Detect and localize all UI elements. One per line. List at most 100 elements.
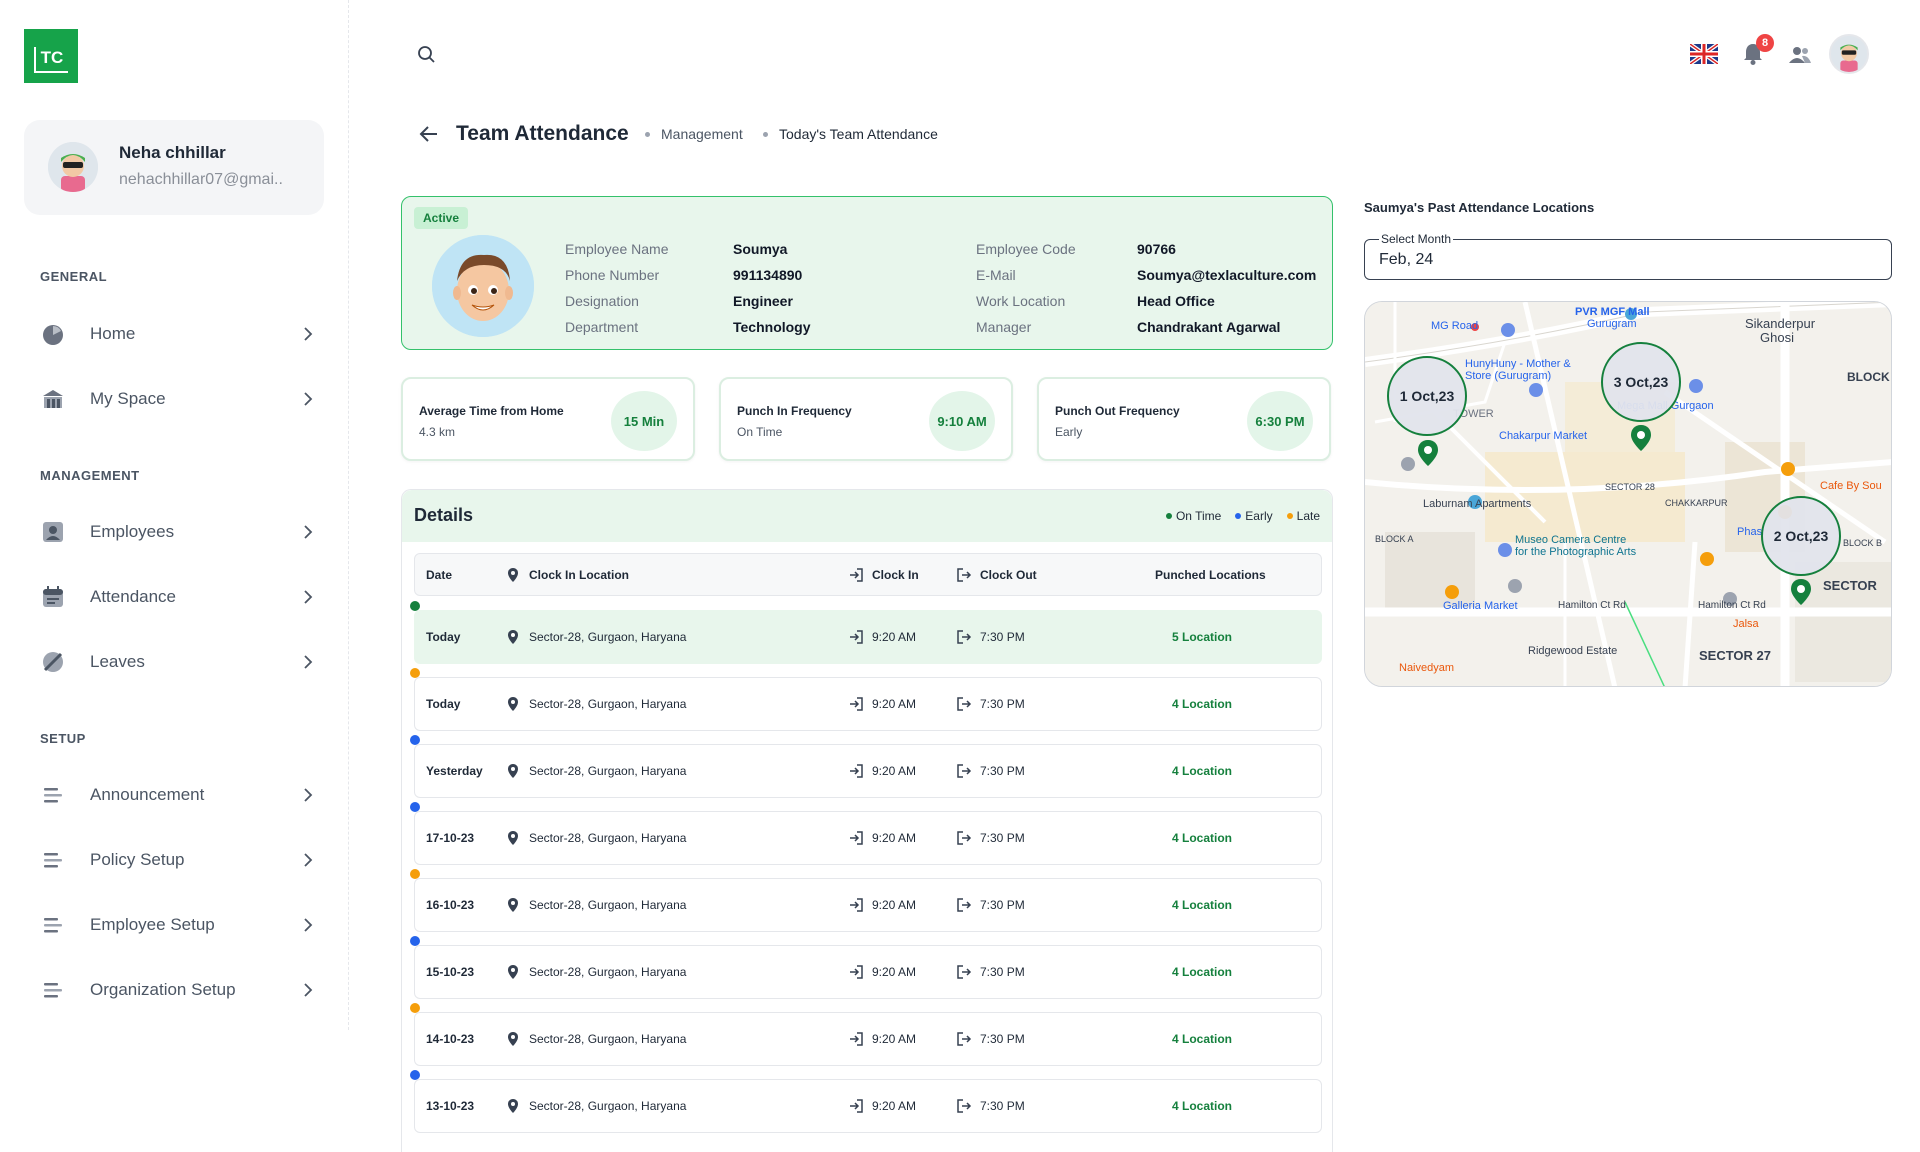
row-date: 16-10-23	[426, 898, 475, 912]
stat-value: 15 Min	[611, 391, 677, 451]
sidebar-item-home[interactable]: Home	[40, 314, 316, 354]
row-clock-out: 7:30 PM	[956, 678, 1025, 730]
sidebar-item-leaves[interactable]: Leaves	[40, 642, 316, 682]
legend-early: Early	[1235, 509, 1273, 523]
clock-in-icon	[848, 763, 864, 779]
punched-locations-link[interactable]: 4 Location	[1172, 812, 1232, 864]
punched-locations-link[interactable]: 4 Location	[1172, 1080, 1232, 1132]
clock-in-icon	[848, 964, 864, 980]
people-icon[interactable]	[1787, 42, 1813, 68]
column-clock-out: Clock Out	[956, 554, 1037, 595]
row-clock-out: 7:30 PM	[956, 745, 1025, 797]
map-place-museo-2: for the Photographic Arts	[1515, 546, 1637, 558]
lines-icon	[40, 782, 66, 808]
map-place-block-b: BLOCK B	[1843, 538, 1883, 548]
row-clock-in: 9:20 AM	[848, 946, 916, 998]
map-place-museo-1: Museo Camera Centre	[1515, 534, 1627, 546]
map-place-pvr: PVR MGF Mall	[1575, 306, 1650, 318]
stat-value: 6:30 PM	[1247, 391, 1313, 451]
user-icon	[40, 519, 66, 545]
chevron-right-icon	[300, 917, 316, 933]
map-bubble-2-oct[interactable]: 2 Oct,23	[1761, 496, 1841, 576]
table-row[interactable]: Today Sector-28, Gurgaon, Haryana 9:20 AM 7…	[414, 610, 1322, 664]
table-row[interactable]: 13-10-23 Sector-28, Gurgaon, Haryana 9:20 …	[414, 1079, 1322, 1133]
search-icon[interactable]	[416, 44, 438, 66]
map-bubble-1-oct[interactable]: 1 Oct,23	[1387, 356, 1467, 436]
table-row[interactable]: Yesterday Sector-28, Gurgaon, Haryana 9:20…	[414, 744, 1322, 798]
punched-locations-link[interactable]: 4 Location	[1172, 879, 1232, 931]
chevron-right-icon	[300, 326, 316, 342]
user-avatar[interactable]	[1829, 34, 1869, 74]
table-row[interactable]: 16-10-23 Sector-28, Gurgaon, Haryana 9:20 …	[414, 878, 1322, 932]
map-pin-icon[interactable]	[1630, 424, 1652, 452]
table-row[interactable]: Today Sector-28, Gurgaon, Haryana 9:20 AM 7…	[414, 677, 1322, 731]
column-clock-in: Clock In	[848, 554, 919, 595]
back-arrow-icon[interactable]	[418, 123, 440, 145]
clock-out-icon	[956, 763, 972, 779]
sidebar-item-my-space[interactable]: My Space	[40, 379, 316, 419]
legend: On Time Early Late	[1165, 509, 1320, 523]
details-header: Details On Time Early Late	[402, 490, 1332, 542]
sidebar-item-label: Leaves	[90, 652, 145, 671]
section-setup: SETUP	[40, 731, 86, 746]
profile-email: nehachhillar07@gmai..	[119, 171, 283, 188]
map-place-block-a: BLOCK A	[1375, 534, 1414, 544]
location-pin-icon	[505, 830, 521, 846]
map-pin-icon[interactable]	[1417, 439, 1439, 467]
map-place-hunyhuny: HunyHuny - Mother &	[1465, 358, 1571, 370]
row-clock-out: 7:30 PM	[956, 611, 1025, 663]
sidebar-item-attendance[interactable]: Attendance	[40, 577, 316, 617]
map-place-naivedyam: Naivedyam	[1399, 662, 1455, 674]
map-place-chakkarpur: CHAKKARPUR	[1665, 498, 1728, 508]
uk-flag-icon[interactable]	[1688, 42, 1720, 66]
sidebar-item-label: Employee Setup	[90, 915, 215, 934]
map-place-jalsa: Jalsa	[1733, 618, 1759, 630]
breadcrumb-management[interactable]: Management	[661, 126, 743, 142]
app-logo[interactable]: TC	[24, 29, 78, 83]
profile-card[interactable]: Neha chhillar nehachhillar07@gmai..	[24, 120, 324, 215]
employee-name-label: Employee Name	[565, 241, 669, 257]
map-place-sector-right: SECTOR	[1823, 578, 1877, 593]
profile-avatar	[48, 142, 98, 192]
select-month-field[interactable]: Select Month Feb, 24	[1364, 232, 1892, 280]
clock-out-icon	[956, 1031, 972, 1047]
column-clock-in-location: Clock In Location	[505, 554, 629, 595]
sidebar-item-employees[interactable]: Employees	[40, 512, 316, 552]
sidebar-item-policy-setup[interactable]: Policy Setup	[40, 840, 316, 880]
clock-out-icon	[956, 964, 972, 980]
punched-locations-link[interactable]: 4 Location	[1172, 745, 1232, 797]
location-pin-icon	[505, 629, 521, 645]
punched-locations-link[interactable]: 4 Location	[1172, 678, 1232, 730]
employee-card: Active Employee Name Soumya Phone Number…	[401, 196, 1333, 350]
clock-out-icon	[956, 897, 972, 913]
select-month-label: Select Month	[1379, 232, 1454, 246]
punched-locations-link[interactable]: 4 Location	[1172, 1013, 1232, 1065]
department-value: Technology	[733, 319, 811, 335]
attendance-map[interactable]: MG Road PVR MGF Mall Gurugram Sikanderpu…	[1364, 301, 1892, 687]
map-pin-icon[interactable]	[1790, 578, 1812, 606]
punched-locations-link[interactable]: 5 Location	[1172, 611, 1232, 663]
sidebar-item-organization-setup[interactable]: Organization Setup	[40, 970, 316, 1010]
chevron-right-icon	[300, 852, 316, 868]
clock-in-icon	[848, 629, 864, 645]
chevron-right-icon	[300, 654, 316, 670]
stat-title: Punch In Frequency	[737, 404, 852, 418]
employee-code-value: 90766	[1137, 241, 1176, 257]
table-row[interactable]: 17-10-23 Sector-28, Gurgaon, Haryana 9:20 …	[414, 811, 1322, 865]
row-clock-in: 9:20 AM	[848, 745, 916, 797]
table-row[interactable]: 14-10-23 Sector-28, Gurgaon, Haryana 9:20 …	[414, 1012, 1322, 1066]
sidebar-item-announcement[interactable]: Announcement	[40, 775, 316, 815]
section-management: MANAGEMENT	[40, 468, 140, 483]
row-location: Sector-28, Gurgaon, Haryana	[505, 812, 686, 864]
chevron-right-icon	[300, 391, 316, 407]
map-place-block-right: BLOCK	[1847, 370, 1890, 384]
map-bubble-3-oct[interactable]: 3 Oct,23	[1601, 342, 1681, 422]
notification-badge: 8	[1756, 34, 1774, 52]
punched-locations-link[interactable]: 4 Location	[1172, 946, 1232, 998]
sidebar-item-label: Announcement	[90, 785, 205, 804]
location-pin-icon	[505, 763, 521, 779]
sidebar-item-employee-setup[interactable]: Employee Setup	[40, 905, 316, 945]
table-row[interactable]: 15-10-23 Sector-28, Gurgaon, Haryana 9:20 …	[414, 945, 1322, 999]
row-location: Sector-28, Gurgaon, Haryana	[505, 1080, 686, 1132]
row-location: Sector-28, Gurgaon, Haryana	[505, 1013, 686, 1065]
